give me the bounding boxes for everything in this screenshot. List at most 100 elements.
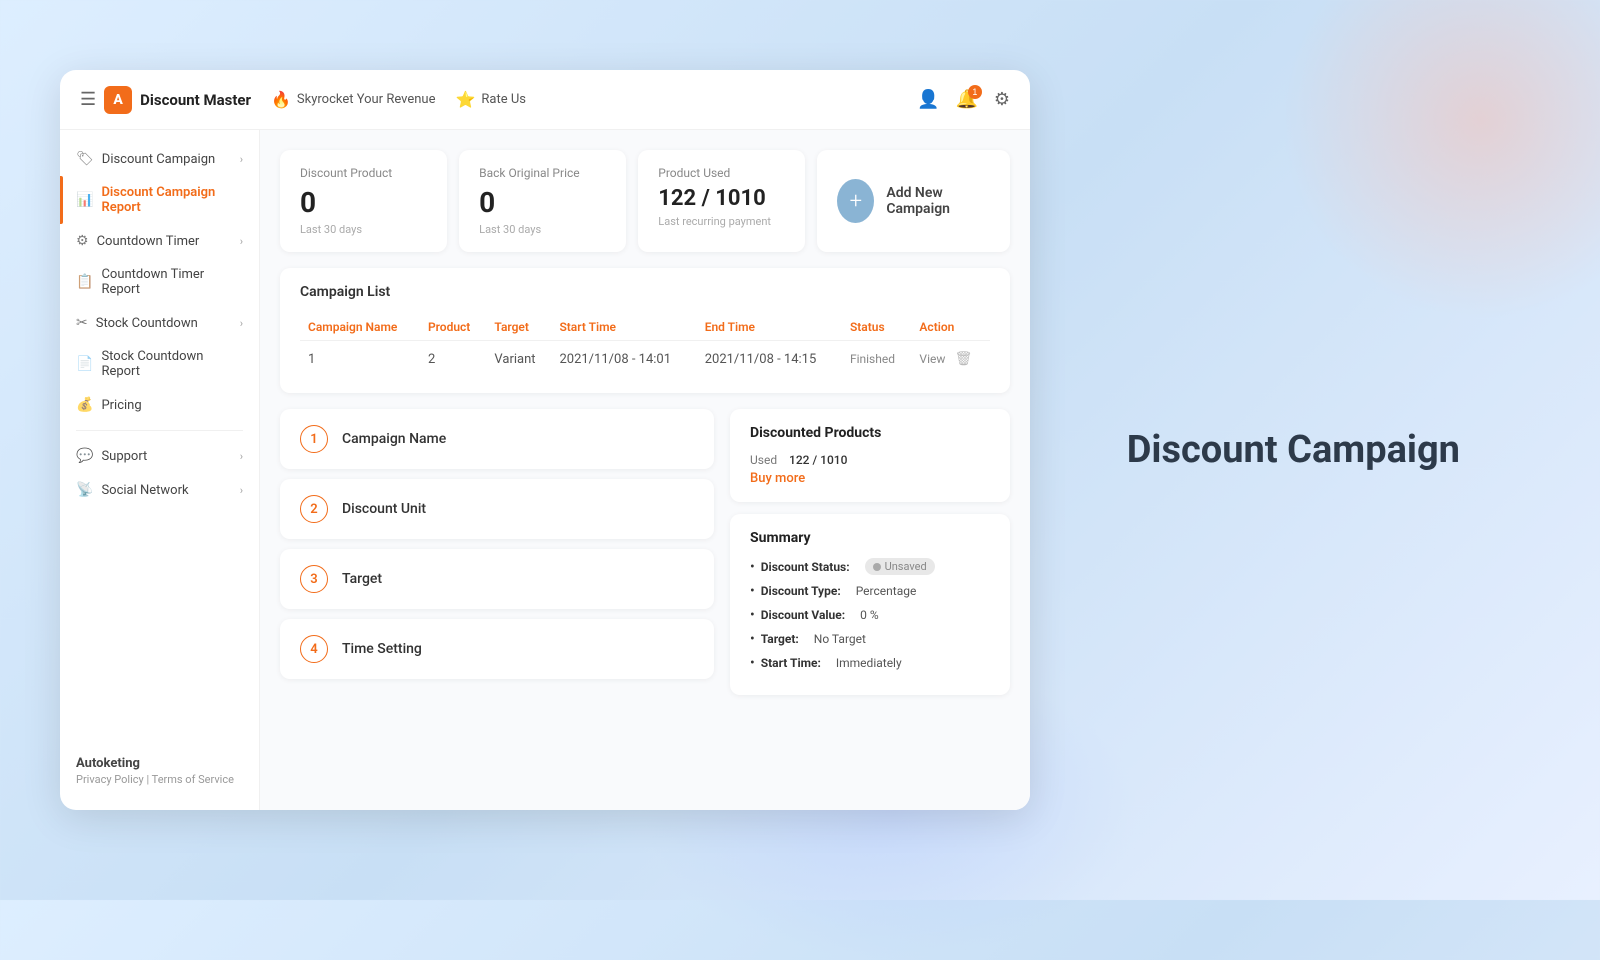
- step-num-2: 2: [300, 495, 328, 523]
- step-card-3[interactable]: 3 Target: [280, 549, 714, 609]
- table-header-row: Campaign Name Product Target Start Time …: [300, 314, 990, 341]
- sidebar-item-social-network[interactable]: 📡 Social Network ›: [60, 473, 259, 507]
- step-label-2: Discount Unit: [342, 501, 426, 517]
- summary-target: Target: No Target: [750, 631, 990, 647]
- discounted-products-used-row: Used 122 / 1010: [750, 453, 990, 467]
- cell-campaign-name: 1: [300, 341, 420, 378]
- step-card-1[interactable]: 1 Campaign Name: [280, 409, 714, 469]
- col-campaign-name: Campaign Name: [300, 314, 420, 341]
- step-card-4[interactable]: 4 Time Setting: [280, 619, 714, 679]
- add-campaign-label: Add New Campaign: [886, 185, 990, 217]
- stat-label-back-original: Back Original Price: [479, 166, 606, 180]
- sidebar: 🏷 Discount Campaign › 📊 Discount Campaig…: [60, 130, 260, 810]
- sidebar-item-support[interactable]: 💬 Support ›: [60, 439, 259, 473]
- step-num-1: 1: [300, 425, 328, 453]
- delete-icon[interactable]: 🗑: [955, 351, 973, 367]
- notification-button[interactable]: 🔔 1: [955, 89, 977, 110]
- sidebar-item-discount-campaign-report[interactable]: 📊 Discount Campaign Report: [60, 176, 259, 224]
- campaign-list-card: Campaign List Campaign Name Product Targ…: [280, 268, 1010, 393]
- timer-icon: ⚙: [76, 233, 89, 249]
- nav-skyrocket[interactable]: 🔥 Skyrocket Your Revenue: [271, 90, 436, 109]
- summary-card: Summary Discount Status: Unsaved: [730, 514, 1010, 695]
- buy-more-link[interactable]: Buy more: [750, 471, 990, 486]
- chevron-right-icon: ›: [240, 153, 243, 166]
- cell-product: 2: [420, 341, 486, 378]
- gear-icon: ⚙: [994, 89, 1010, 109]
- nav-rate-us[interactable]: ⭐ Rate Us: [456, 90, 527, 109]
- discounted-products-used-value: 122 / 1010: [789, 453, 847, 467]
- sidebar-links: Privacy Policy | Terms of Service: [76, 773, 243, 786]
- cell-end-time: 2021/11/08 - 14:15: [697, 341, 842, 378]
- terms-of-service-link[interactable]: Terms of Service: [152, 773, 234, 786]
- campaign-table: Campaign Name Product Target Start Time …: [300, 314, 990, 377]
- campaign-list-title: Campaign List: [300, 284, 990, 300]
- notification-badge: 1: [968, 85, 982, 99]
- col-action: Action: [911, 314, 990, 341]
- hamburger-icon[interactable]: ☰: [80, 89, 96, 110]
- settings-button[interactable]: ⚙: [994, 89, 1010, 110]
- sidebar-item-countdown-timer[interactable]: ⚙ Countdown Timer ›: [60, 224, 259, 258]
- unsaved-badge: Unsaved: [865, 558, 935, 575]
- table-row: 1 2 Variant 2021/11/08 - 14:01 2021/11/0…: [300, 341, 990, 378]
- view-link[interactable]: View: [919, 352, 945, 366]
- form-steps: 1 Campaign Name 2 Discount Unit 3 Target: [280, 409, 714, 695]
- form-sidebar: Discounted Products Used 122 / 1010 Buy …: [730, 409, 1010, 695]
- col-target: Target: [486, 314, 551, 341]
- summary-discount-type: Discount Type: Percentage: [750, 583, 990, 599]
- stat-card-product-used: Product Used 122 / 1010 Last recurring p…: [638, 150, 805, 252]
- discounted-products-title: Discounted Products: [750, 425, 990, 441]
- sidebar-footer: Autoketing Privacy Policy | Terms of Ser…: [60, 744, 259, 798]
- topbar-logo: ☰ A Discount Master: [80, 86, 251, 114]
- body-area: 🏷 Discount Campaign › 📊 Discount Campaig…: [60, 130, 1030, 810]
- step-label-4: Time Setting: [342, 641, 422, 657]
- stat-sub-discount-product: Last 30 days: [300, 223, 427, 236]
- stat-label-discount-product: Discount Product: [300, 166, 427, 180]
- add-new-campaign-card[interactable]: + Add New Campaign: [817, 150, 1010, 252]
- stat-value-back-original: 0: [479, 186, 606, 219]
- sidebar-item-countdown-timer-report[interactable]: 📋 Countdown Timer Report: [60, 258, 259, 306]
- discounted-products-card: Discounted Products Used 122 / 1010 Buy …: [730, 409, 1010, 502]
- chevron-right-icon: ›: [240, 235, 243, 248]
- chevron-right-icon: ›: [240, 317, 243, 330]
- step-label-3: Target: [342, 571, 382, 587]
- col-end-time: End Time: [697, 314, 842, 341]
- sidebar-item-stock-countdown-report[interactable]: 📄 Stock Countdown Report: [60, 340, 259, 388]
- sidebar-item-discount-campaign[interactable]: 🏷 Discount Campaign ›: [60, 142, 259, 176]
- logo-text: Discount Master: [140, 91, 251, 109]
- unsaved-dot: [873, 563, 881, 571]
- stat-value-product-used: 122 / 1010: [658, 186, 785, 211]
- stat-sub-product-used: Last recurring payment: [658, 215, 785, 228]
- sidebar-divider: [76, 430, 243, 431]
- support-icon: 💬: [76, 448, 93, 464]
- star-icon: ⭐: [456, 90, 476, 109]
- col-product: Product: [420, 314, 486, 341]
- cell-target: Variant: [486, 341, 551, 378]
- privacy-policy-link[interactable]: Privacy Policy: [76, 773, 144, 786]
- cell-status: Finished: [842, 341, 911, 378]
- content-area: Discount Product 0 Last 30 days Back Ori…: [260, 130, 1030, 810]
- cell-action: View 🗑: [911, 341, 990, 378]
- topbar-actions: 👤 🔔 1 ⚙: [917, 89, 1010, 110]
- stats-row: Discount Product 0 Last 30 days Back Ori…: [280, 150, 1010, 252]
- main-panel: ☰ A Discount Master 🔥 Skyrocket Your Rev…: [60, 70, 1030, 810]
- stat-label-product-used: Product Used: [658, 166, 785, 180]
- stat-sub-back-original: Last 30 days: [479, 223, 606, 236]
- user-icon: 👤: [917, 89, 939, 109]
- sidebar-item-stock-countdown[interactable]: ✂ Stock Countdown ›: [60, 306, 259, 340]
- step-label-1: Campaign Name: [342, 431, 446, 447]
- right-title: Discount Campaign: [1127, 428, 1460, 472]
- summary-discount-value: Discount Value: 0 %: [750, 607, 990, 623]
- sidebar-item-pricing[interactable]: 💰 Pricing: [60, 388, 259, 422]
- scissors-icon: ✂: [76, 315, 88, 331]
- step-card-2[interactable]: 2 Discount Unit: [280, 479, 714, 539]
- chevron-right-icon: ›: [240, 450, 243, 463]
- step-num-3: 3: [300, 565, 328, 593]
- chevron-right-icon: ›: [240, 484, 243, 497]
- summary-discount-status: Discount Status: Unsaved: [750, 558, 990, 575]
- col-status: Status: [842, 314, 911, 341]
- user-button[interactable]: 👤: [917, 89, 939, 110]
- pricing-icon: 💰: [76, 397, 93, 413]
- stock-report-icon: 📄: [76, 356, 93, 372]
- stat-card-back-original: Back Original Price 0 Last 30 days: [459, 150, 626, 252]
- summary-start-time: Start Time: Immediately: [750, 655, 990, 671]
